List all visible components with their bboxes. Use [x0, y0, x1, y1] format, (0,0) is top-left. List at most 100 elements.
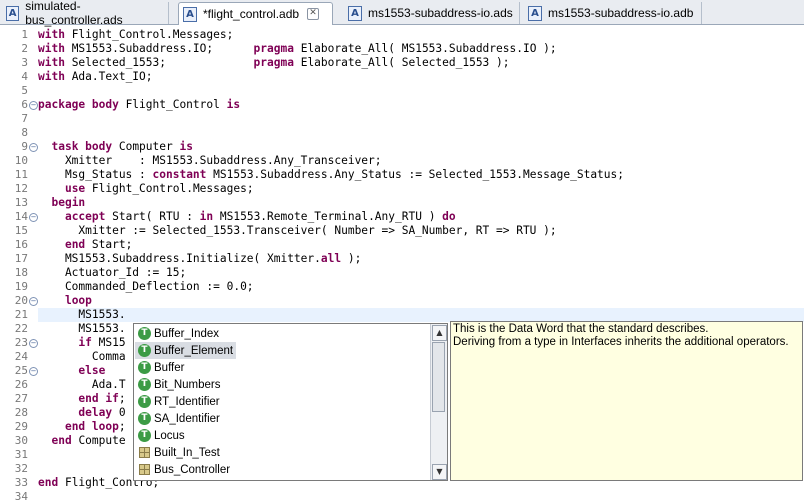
line-number: 34 — [14, 490, 28, 503]
code-line[interactable]: Xmitter : MS1553.Subaddress.Any_Transcei… — [38, 154, 382, 168]
line-number: 22 — [14, 322, 28, 335]
code-line[interactable]: end Compute — [38, 434, 125, 448]
type-icon: T — [138, 378, 151, 391]
tab-label: ms1553-subaddress-io.ads — [368, 6, 513, 20]
tab-label: ms1553-subaddress-io.adb — [548, 6, 694, 20]
completion-popup[interactable]: T Buffer_Index T Buffer_Element T Buffer T Bit_… — [133, 323, 448, 481]
line-number: 13 — [14, 196, 28, 209]
code-line[interactable]: use Flight_Control.Messages; — [38, 182, 254, 196]
completion-item[interactable]: Bus_Controller — [135, 461, 233, 478]
code-token: Commanded_Deflection := 0.0; — [38, 280, 254, 293]
code-token: Comma — [38, 350, 126, 363]
type-icon: T — [138, 361, 151, 374]
line-number: 1 — [21, 28, 28, 41]
completion-item[interactable]: T Buffer_Element — [135, 342, 237, 359]
code-line[interactable]: end loop; — [38, 420, 126, 434]
code-line[interactable]: if MS15 — [38, 336, 126, 350]
fold-collapse-icon[interactable]: − — [29, 367, 38, 376]
code-token: MS1553.Subaddress.IO; — [71, 42, 254, 55]
code-line[interactable]: Commanded_Deflection := 0.0; — [38, 280, 254, 294]
line-number: 26 — [14, 378, 28, 391]
line-number: 21 — [14, 308, 28, 321]
completion-item[interactable]: T Locus — [135, 427, 188, 444]
fold-collapse-icon[interactable]: − — [29, 101, 38, 110]
completion-item-label: Bus_Controller — [154, 463, 231, 476]
keyword-token: with — [38, 56, 72, 69]
code-line[interactable]: with Flight_Control.Messages; — [38, 28, 233, 42]
line-number: 3 — [21, 56, 28, 69]
code-line[interactable]: with Ada.Text_IO; — [38, 70, 153, 84]
tab-ms1553-subaddress-io-ads[interactable]: A ms1553-subaddress-io.ads — [344, 2, 520, 24]
code-line[interactable]: end if; — [38, 392, 125, 406]
code-line[interactable]: end Start; — [38, 238, 132, 252]
keyword-token: task body — [51, 140, 113, 153]
tab-label: *flight_control.adb — [203, 7, 300, 21]
scroll-down-arrow-icon[interactable]: ▼ — [432, 464, 447, 480]
code-token: Selected_1553; — [71, 56, 254, 69]
completion-item[interactable]: Built_In_Test — [135, 444, 223, 461]
keyword-token: begin — [51, 196, 86, 209]
code-line[interactable]: MS1553. — [38, 308, 125, 322]
code-line[interactable]: delay 0 — [38, 406, 125, 420]
completion-item[interactable]: T Bit_Numbers — [135, 376, 223, 393]
completion-scrollbar[interactable]: ▲ ▼ — [430, 324, 447, 480]
line-number: 14 — [14, 210, 28, 223]
documentation-tooltip: This is the Data Word that the standard … — [450, 321, 803, 481]
fold-collapse-icon[interactable]: − — [29, 339, 38, 348]
tab-simulated-bus-controller-ads[interactable]: A simulated-bus_controller.ads — [2, 0, 169, 27]
code-line[interactable]: Xmitter := Selected_1553.Transceiver( Nu… — [38, 224, 556, 238]
line-number: 30 — [14, 434, 28, 447]
fold-collapse-icon[interactable]: − — [29, 213, 38, 222]
completion-item[interactable]: T RT_Identifier — [135, 393, 223, 410]
code-line[interactable]: MS1553.Subaddress.Initialize( Xmitter.al… — [38, 252, 361, 266]
fold-collapse-icon[interactable]: − — [29, 143, 38, 152]
keyword-token: pragma — [253, 42, 294, 55]
current-line-highlight — [38, 308, 804, 322]
code-line[interactable]: loop — [38, 294, 92, 308]
line-number: 27 — [14, 392, 28, 405]
keyword-token: pragma — [253, 56, 294, 69]
scrollbar-thumb[interactable] — [432, 342, 445, 412]
code-line[interactable]: else — [38, 364, 105, 378]
tab-ms1553-subaddress-io-adb[interactable]: A ms1553-subaddress-io.adb — [524, 2, 702, 24]
code-token: MS15 — [91, 336, 126, 349]
keyword-token: end — [51, 434, 72, 447]
tab-flight-control-adb[interactable]: A *flight_control.adb ✕ — [178, 2, 333, 25]
line-number: 15 — [14, 224, 28, 237]
keyword-token: in — [199, 210, 214, 223]
completion-item-label: Buffer_Element — [154, 344, 234, 357]
code-line[interactable]: MS1553. — [38, 322, 125, 336]
code-line[interactable]: begin — [38, 196, 85, 210]
code-token: Flight_Control.Messages; — [71, 28, 234, 41]
package-icon — [139, 447, 150, 458]
code-token: Elaborate_All( MS1553.Subaddress.IO ); — [293, 42, 557, 55]
fold-collapse-icon[interactable]: − — [29, 297, 38, 306]
code-token: Ada.Text_IO; — [71, 70, 153, 83]
code-line[interactable]: with MS1553.Subaddress.IO; pragma Elabor… — [38, 42, 557, 56]
keyword-token: with — [38, 70, 72, 83]
code-line[interactable]: task body Computer is — [38, 140, 192, 154]
code-line[interactable]: with Selected_1553; pragma Elaborate_All… — [38, 56, 510, 70]
line-number: 2 — [21, 42, 28, 55]
keyword-token: loop — [64, 294, 92, 307]
code-line[interactable]: Ada.T — [38, 378, 126, 392]
code-line[interactable]: Comma — [38, 350, 126, 364]
code-token: Computer — [112, 140, 180, 153]
code-line[interactable]: package body Flight_Control is — [38, 98, 240, 112]
line-number: 4 — [21, 70, 28, 83]
code-line[interactable]: accept Start( RTU : in MS1553.Remote_Ter… — [38, 210, 456, 224]
completion-item[interactable]: T SA_Identifier — [135, 410, 223, 427]
scroll-up-arrow-icon[interactable]: ▲ — [432, 325, 447, 341]
close-icon[interactable]: ✕ — [307, 8, 320, 20]
code-line[interactable]: Msg_Status : constant MS1553.Subaddress.… — [38, 168, 624, 182]
completion-item[interactable]: T Buffer_Index — [135, 325, 222, 342]
line-number: 16 — [14, 238, 28, 251]
completion-item[interactable]: T Buffer — [135, 359, 187, 376]
code-line[interactable]: Actuator_Id := 15; — [38, 266, 186, 280]
code-token: Actuator_Id := 15; — [38, 266, 187, 279]
line-number: 19 — [14, 280, 28, 293]
